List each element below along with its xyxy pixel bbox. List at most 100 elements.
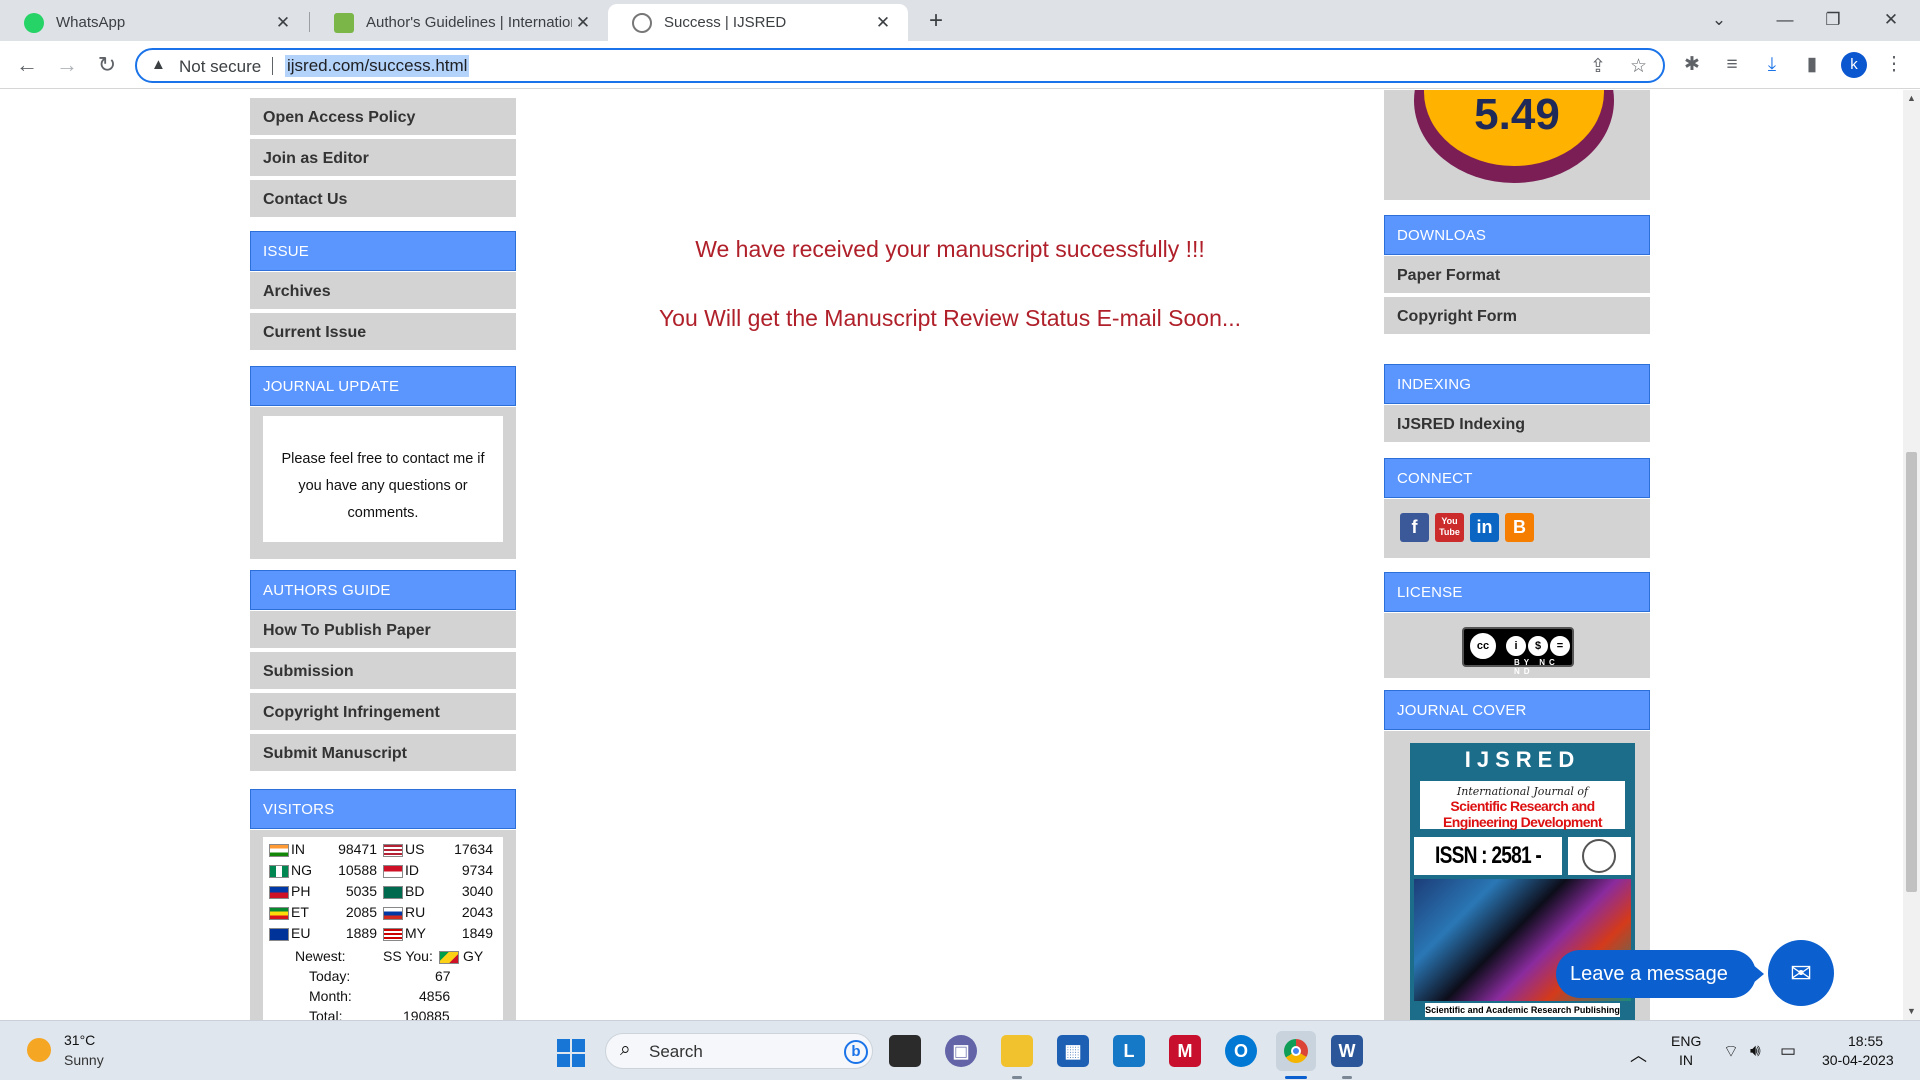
- restore-button[interactable]: ❐: [1810, 4, 1856, 36]
- menu-current-issue[interactable]: Current Issue: [250, 313, 516, 352]
- search-placeholder: Search: [649, 1042, 703, 1061]
- close-tab-icon[interactable]: ✕: [872, 12, 894, 34]
- menu-archives[interactable]: Archives: [250, 272, 516, 311]
- today-label: Today:: [309, 968, 351, 984]
- tab-title: Author's Guidelines | Internationa: [366, 14, 572, 31]
- visitor-row: NG 10588 ID 9734: [263, 862, 503, 882]
- visitor-row: EU 1889 MY 1849: [263, 925, 503, 945]
- close-tab-icon[interactable]: ✕: [572, 12, 594, 34]
- not-secure-label[interactable]: Not secure: [179, 57, 261, 77]
- creative-commons-license-icon[interactable]: cc i $ = BY NC ND: [1462, 627, 1574, 676]
- mail-icon[interactable]: ✉: [1768, 940, 1834, 1006]
- leave-message-bubble[interactable]: Leave a message: [1556, 950, 1756, 998]
- country-code: ID: [405, 862, 419, 878]
- you-country: GY: [463, 948, 484, 964]
- country-code: NG: [291, 862, 312, 878]
- menu-paper-format[interactable]: Paper Format: [1384, 256, 1650, 295]
- cover-title: IJSRED: [1464, 747, 1581, 772]
- warning-icon[interactable]: ▲: [151, 56, 166, 73]
- page-scrollbar[interactable]: ▲ ▼: [1903, 90, 1920, 1020]
- menu-how-to-publish[interactable]: How To Publish Paper: [250, 611, 516, 650]
- country-code: BD: [405, 883, 425, 899]
- weather-description[interactable]: Sunny: [64, 1052, 104, 1068]
- visitor-count: 5035: [345, 883, 377, 899]
- mcafee-icon[interactable]: M: [1169, 1035, 1201, 1067]
- facebook-icon[interactable]: f: [1400, 513, 1429, 542]
- cc-icon: cc: [1468, 631, 1498, 661]
- menu-submission[interactable]: Submission: [250, 652, 516, 691]
- country-code: EU: [291, 925, 311, 941]
- scroll-up-arrow-icon[interactable]: ▲: [1903, 90, 1920, 107]
- minimize-button[interactable]: —: [1762, 4, 1808, 36]
- country-code: MY: [405, 925, 426, 941]
- language-region[interactable]: IN: [1679, 1052, 1693, 1068]
- download-icon[interactable]: ⤓: [1759, 53, 1785, 77]
- visitor-count: 1889: [345, 925, 377, 941]
- forward-button[interactable]: →: [53, 51, 81, 79]
- media-control-icon[interactable]: ≡: [1719, 53, 1745, 77]
- clock-date[interactable]: 30-04-2023: [1822, 1052, 1894, 1068]
- chrome-taskbar-button[interactable]: [1276, 1031, 1316, 1071]
- menu-contact-us[interactable]: Contact Us: [250, 180, 516, 219]
- youtube-icon[interactable]: You Tube: [1435, 513, 1464, 542]
- menu-kebab-icon[interactable]: ⋮: [1881, 53, 1907, 77]
- bing-icon[interactable]: b: [844, 1040, 868, 1064]
- new-tab-button[interactable]: +: [922, 8, 950, 36]
- close-tab-icon[interactable]: ✕: [272, 12, 294, 34]
- teams-icon[interactable]: ▣: [945, 1035, 977, 1067]
- active-indicator: [1285, 1076, 1307, 1079]
- tab-success[interactable]: Success | IJSRED ✕: [608, 4, 908, 41]
- close-window-button[interactable]: ✕: [1868, 4, 1914, 36]
- issue-heading: ISSUE: [250, 231, 516, 271]
- store-icon[interactable]: ▦: [1057, 1035, 1089, 1067]
- bookmark-star-icon[interactable]: ☆: [1630, 55, 1647, 78]
- tab-authors-guidelines[interactable]: Author's Guidelines | Internationa ✕: [310, 4, 608, 41]
- file-explorer-icon[interactable]: [889, 1035, 921, 1067]
- reload-button[interactable]: ↻: [93, 51, 121, 79]
- scroll-down-arrow-icon[interactable]: ▼: [1903, 1003, 1920, 1020]
- menu-copyright-form[interactable]: Copyright Form: [1384, 297, 1650, 336]
- profile-avatar[interactable]: k: [1841, 52, 1867, 78]
- extensions-icon[interactable]: ✱: [1679, 53, 1705, 77]
- word-icon[interactable]: W: [1331, 1035, 1363, 1067]
- clock-time[interactable]: 18:55: [1848, 1033, 1883, 1049]
- scroll-thumb[interactable]: [1906, 452, 1917, 892]
- wifi-icon[interactable]: ⌔: [1723, 1041, 1739, 1062]
- journal-update-text: Please feel free to contact me if you ha…: [263, 416, 503, 542]
- visitor-counter[interactable]: IN 98471 US 17634 NG 10588 ID 9734 PH 50…: [263, 837, 503, 1020]
- visitor-count: 9734: [461, 862, 493, 878]
- back-button[interactable]: ←: [13, 51, 41, 79]
- authors-guide-heading: AUTHORS GUIDE: [250, 570, 516, 610]
- flag-philippines-icon: [269, 886, 289, 899]
- flag-india-icon: [269, 844, 289, 857]
- menu-ijsred-indexing[interactable]: IJSRED Indexing: [1384, 405, 1650, 444]
- newest-label: Newest:: [295, 948, 346, 964]
- volume-icon[interactable]: 🔊︎: [1750, 1041, 1761, 1061]
- taskbar-search[interactable]: ⌕ Search b: [605, 1033, 873, 1069]
- address-bar[interactable]: ▲ Not secure ijsred.com/success.html ⇪ ☆: [135, 48, 1665, 83]
- language-code[interactable]: ENG: [1671, 1033, 1701, 1049]
- menu-join-as-editor[interactable]: Join as Editor: [250, 139, 516, 178]
- cortana-icon[interactable]: O: [1225, 1035, 1257, 1067]
- cover-subtitle-line1: International Journal of: [1456, 785, 1589, 798]
- tab-whatsapp[interactable]: WhatsApp ✕: [0, 4, 308, 41]
- l-app-icon[interactable]: L: [1113, 1035, 1145, 1067]
- side-panel-icon[interactable]: ▮: [1799, 53, 1825, 77]
- blogger-icon[interactable]: B: [1505, 513, 1534, 542]
- folder-icon[interactable]: [1001, 1035, 1033, 1067]
- sun-weather-icon[interactable]: [27, 1038, 51, 1062]
- menu-copyright-infringement[interactable]: Copyright Infringement: [250, 693, 516, 732]
- tab-search-chevron-icon[interactable]: ⌄: [1696, 4, 1742, 36]
- weather-temperature[interactable]: 31°C: [64, 1032, 95, 1048]
- start-icon[interactable]: [557, 1039, 585, 1067]
- linkedin-icon[interactable]: in: [1470, 513, 1499, 542]
- url-text[interactable]: ijsred.com/success.html: [285, 55, 470, 77]
- menu-submit-manuscript[interactable]: Submit Manuscript: [250, 734, 516, 773]
- share-icon[interactable]: ⇪: [1590, 55, 1606, 78]
- tab-title: WhatsApp: [56, 14, 126, 31]
- battery-icon[interactable]: ▭: [1780, 1041, 1796, 1061]
- chat-bubble-tail: [1752, 964, 1764, 984]
- journal-update-panel: Please feel free to contact me if you ha…: [250, 407, 516, 559]
- menu-open-access-policy[interactable]: Open Access Policy: [250, 98, 516, 137]
- chevron-up-icon[interactable]: ︿: [1630, 1041, 1647, 1066]
